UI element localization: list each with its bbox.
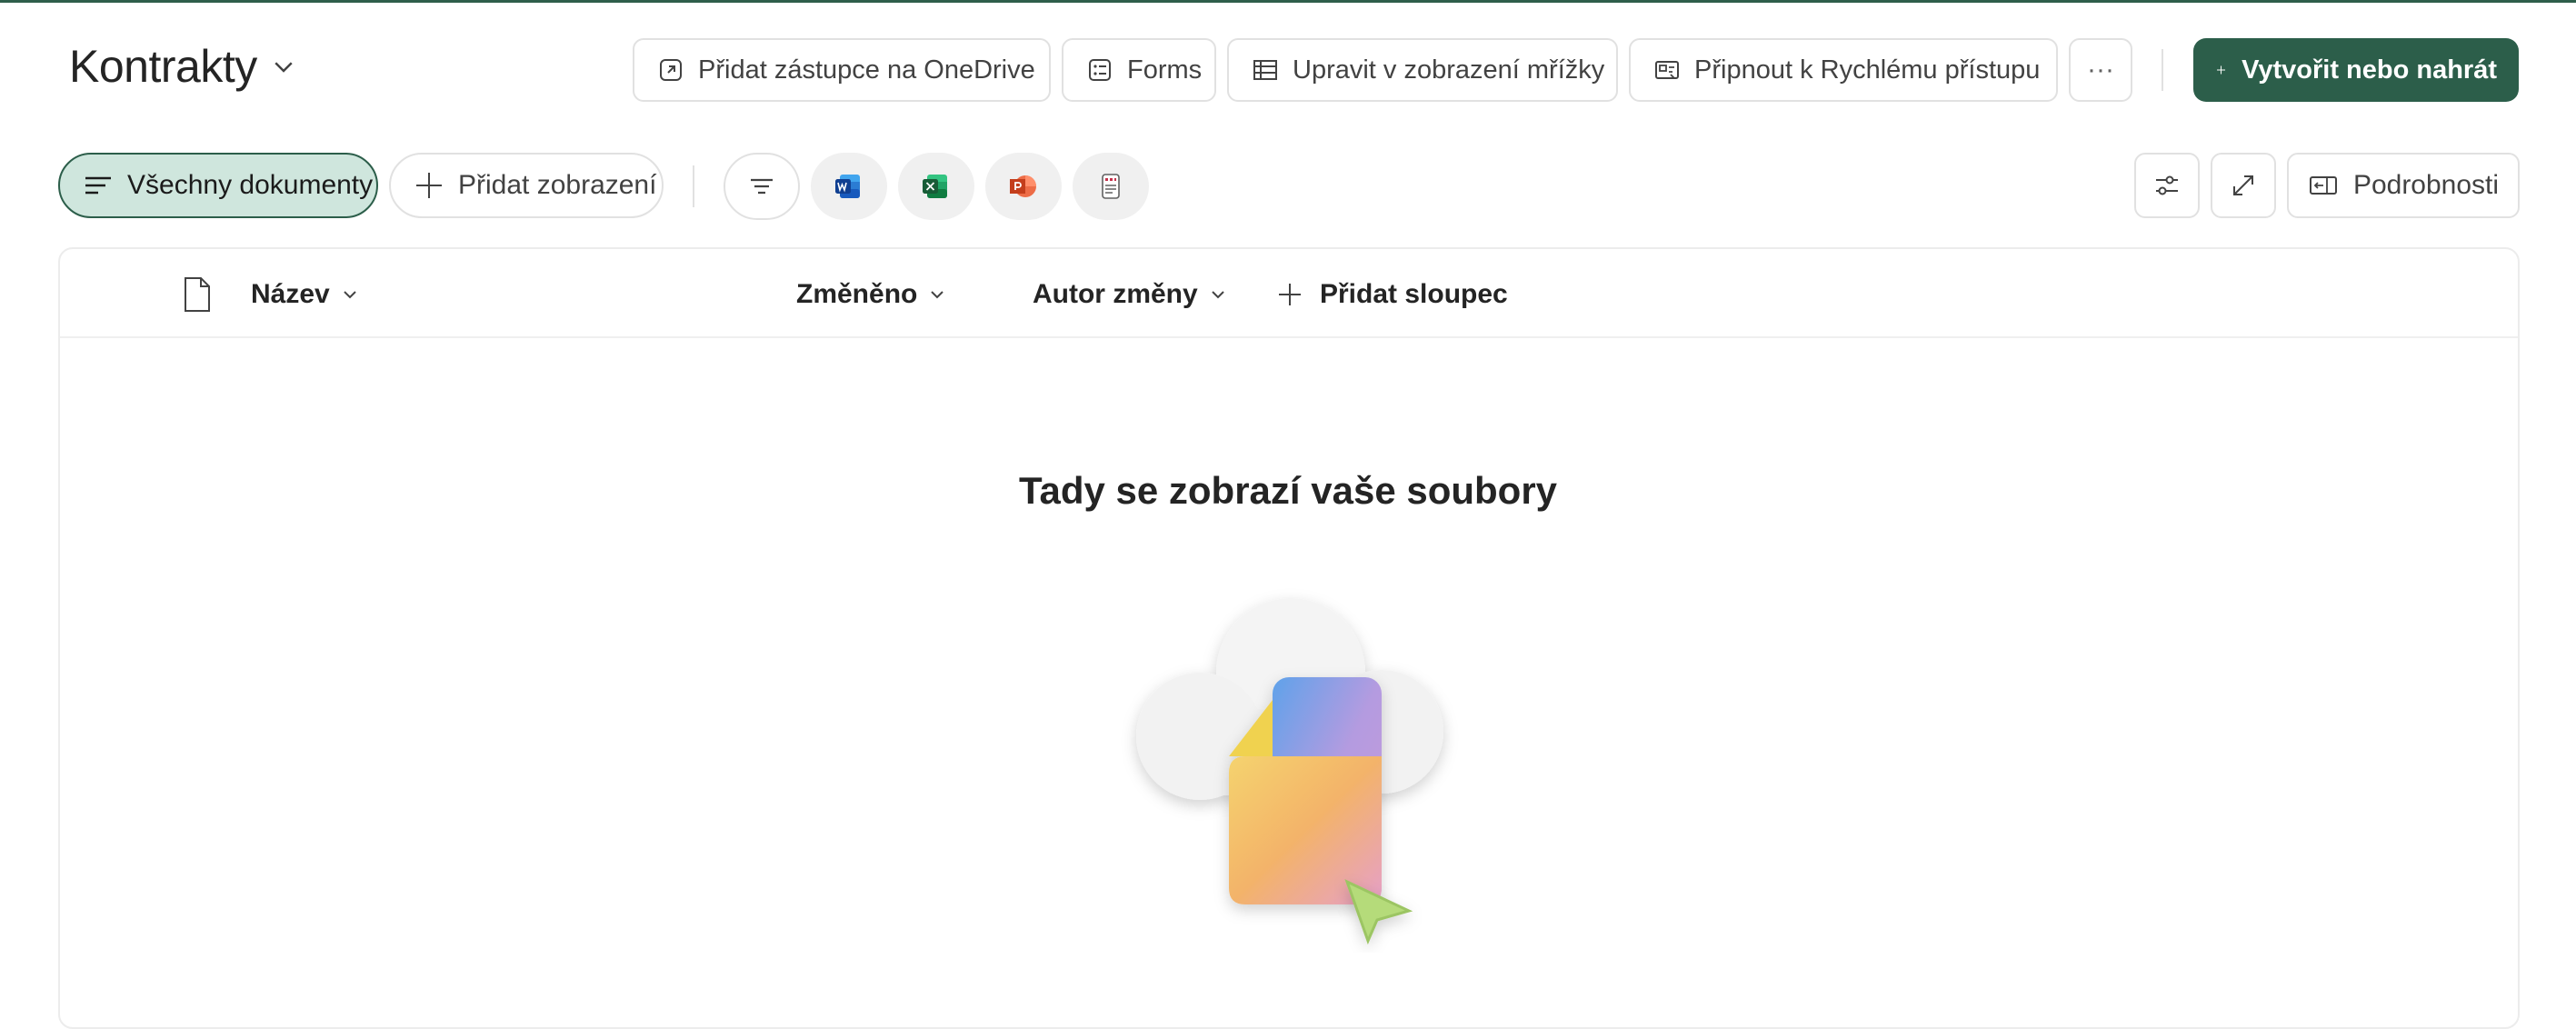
add-shortcut-onedrive-button[interactable]: Přidat zástupce na OneDrive	[633, 38, 1051, 102]
expand-icon	[2233, 175, 2253, 195]
plus-icon	[2217, 65, 2226, 75]
add-column-label: Přidat sloupec	[1320, 279, 1508, 309]
more-options-label: ···	[2087, 55, 2114, 85]
add-view-label: Přidat zobrazení	[458, 170, 657, 200]
top-accent-bar	[0, 0, 2576, 3]
powerpoint-icon	[1010, 175, 1036, 197]
library-title-dropdown[interactable]: Kontrakty	[69, 40, 297, 93]
add-column-button[interactable]: Přidat sloupec	[1276, 276, 1508, 313]
view-all-documents[interactable]: Všechny dokumenty	[58, 153, 378, 218]
column-header-divider	[60, 336, 2518, 338]
new-powerpoint-button[interactable]	[985, 153, 1062, 220]
forms-list-icon	[1102, 174, 1120, 199]
column-modified-by-label: Autor změny	[1033, 279, 1198, 309]
new-forms-list-button[interactable]	[1073, 153, 1149, 220]
forms-icon	[1089, 59, 1111, 81]
pin-icon	[1655, 61, 1679, 79]
sliders-icon	[2156, 175, 2178, 195]
new-word-button[interactable]	[811, 153, 887, 220]
edit-grid-view-button[interactable]: Upravit v zobrazení mřížky	[1227, 38, 1618, 102]
shortcut-icon	[660, 59, 682, 81]
edit-grid-label: Upravit v zobrazení mřížky	[1293, 55, 1605, 85]
library-title: Kontrakty	[69, 41, 257, 92]
plus-icon	[416, 173, 442, 198]
active-view-label: Všechny dokumenty	[127, 170, 374, 200]
new-excel-button[interactable]	[898, 153, 974, 220]
add-view-button[interactable]: Přidat zobrazení	[389, 153, 664, 218]
chevron-down-icon	[344, 291, 356, 299]
pin-quick-access-label: Připnout k Rychlému přístupu	[1694, 55, 2041, 85]
filter-icon	[751, 178, 773, 195]
details-label: Podrobnosti	[2352, 170, 2500, 200]
column-header-modified[interactable]: Změněno	[796, 276, 946, 313]
create-or-upload-label: Vytvořit nebo nahrát	[2242, 55, 2497, 85]
chevron-down-icon	[1211, 291, 1224, 299]
add-shortcut-label: Přidat zástupce na OneDrive	[698, 55, 1035, 85]
column-modified-label: Změněno	[796, 279, 918, 309]
empty-state-title: Tady se zobrazí vaše soubory	[1018, 469, 1558, 512]
details-pane-icon	[2309, 176, 2337, 195]
file-type-icon	[185, 277, 210, 312]
chevron-down-icon	[931, 291, 944, 299]
excel-icon	[923, 175, 947, 198]
forms-label: Forms	[1127, 55, 1203, 85]
view-list-icon	[85, 176, 111, 195]
view-divider	[693, 165, 694, 207]
filter-button[interactable]	[724, 153, 800, 220]
toolbar-divider	[2162, 49, 2163, 91]
plus-icon	[1279, 284, 1301, 305]
column-header-name[interactable]: Název	[251, 276, 359, 313]
word-icon	[835, 175, 860, 198]
column-name-label: Název	[251, 279, 330, 309]
column-header-modified-by[interactable]: Autor změny	[1033, 276, 1227, 313]
details-pane-button[interactable]: Podrobnosti	[2287, 153, 2520, 218]
expand-button[interactable]	[2211, 153, 2276, 218]
pin-quick-access-button[interactable]: Připnout k Rychlému přístupu	[1629, 38, 2058, 102]
more-options-button[interactable]: ···	[2069, 38, 2132, 102]
grid-icon	[1253, 60, 1277, 80]
create-or-upload-button[interactable]: Vytvořit nebo nahrát	[2193, 38, 2519, 102]
view-options-button[interactable]	[2134, 153, 2200, 218]
chevron-down-icon	[275, 62, 293, 73]
forms-button[interactable]: Forms	[1062, 38, 1216, 102]
empty-folder-illustration	[1136, 598, 1443, 945]
